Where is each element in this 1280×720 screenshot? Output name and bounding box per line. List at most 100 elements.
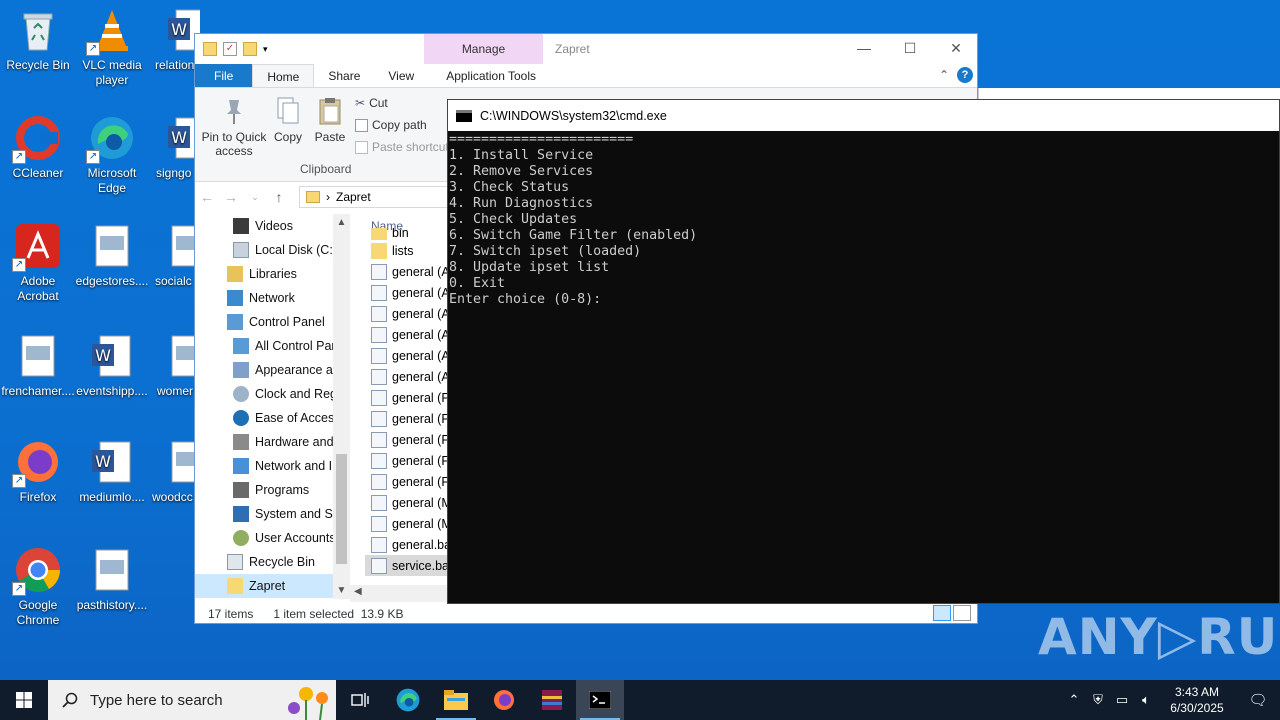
file-item-folder[interactable]: bin: [365, 228, 450, 240]
task-view-button[interactable]: [336, 680, 384, 720]
copy-button[interactable]: Copy: [269, 96, 307, 144]
desktop-icon-firefox[interactable]: Firefox: [0, 438, 76, 505]
nav-item-network-internet[interactable]: Network and Ir: [195, 454, 350, 478]
desktop-icon-woodcc[interactable]: woodcc: [150, 438, 200, 505]
file-item[interactable]: general (FA: [365, 408, 450, 429]
show-hidden-icons-chevron-icon[interactable]: ⌃: [1062, 692, 1086, 708]
scroll-down-icon[interactable]: ▼: [333, 585, 350, 596]
manage-tab[interactable]: Manage: [424, 34, 543, 64]
scroll-thumb[interactable]: [336, 454, 347, 564]
minimize-button[interactable]: —: [841, 34, 887, 64]
desktop-icon-microsoft-edge[interactable]: Microsoft Edge: [74, 114, 150, 196]
copy-path-button[interactable]: Copy path: [355, 118, 427, 132]
taskbar-cmd[interactable]: [576, 680, 624, 720]
file-list-hscrollbar[interactable]: ◀: [350, 585, 450, 602]
start-button[interactable]: [0, 680, 48, 720]
recent-dropdown-icon[interactable]: ⌄: [243, 192, 267, 203]
paste-shortcut-button[interactable]: Paste shortcut: [355, 140, 449, 154]
desktop-icon-recycle-bin[interactable]: Recycle Bin: [0, 6, 76, 73]
volume-icon[interactable]: 🔈︎: [1134, 692, 1158, 708]
file-item[interactable]: general (A: [365, 324, 450, 345]
nav-item-system-security[interactable]: System and Sec: [195, 502, 350, 526]
desktop-icon-pasthistory[interactable]: pasthistory....: [74, 546, 150, 613]
cut-button[interactable]: ✂ Cut: [355, 96, 388, 110]
nav-item-appearance[interactable]: Appearance an: [195, 358, 350, 382]
details-view-button[interactable]: [933, 605, 951, 621]
file-item[interactable]: general (A: [365, 261, 450, 282]
taskbar-file-explorer[interactable]: [432, 680, 480, 720]
cmd-window[interactable]: C:\WINDOWS\system32\cmd.exe ============…: [447, 99, 1280, 604]
file-item[interactable]: general (A: [365, 345, 450, 366]
file-item[interactable]: general (A: [365, 282, 450, 303]
taskbar-edge[interactable]: [384, 680, 432, 720]
nav-item-hardware[interactable]: Hardware and: [195, 430, 350, 454]
desktop-icon-frenchamer[interactable]: frenchamer....: [0, 332, 76, 399]
file-item-folder[interactable]: lists: [365, 240, 450, 261]
up-arrow-icon[interactable]: ↑: [267, 189, 291, 205]
help-icon[interactable]: ?: [957, 67, 973, 83]
desktop-icon-womer[interactable]: womer: [150, 332, 200, 399]
file-item[interactable]: general (M: [365, 513, 450, 534]
tab-application-tools[interactable]: Application Tools: [428, 64, 550, 87]
properties-icon[interactable]: ✓: [223, 42, 237, 56]
tab-share[interactable]: Share: [314, 64, 374, 87]
taskbar-firefox[interactable]: [480, 680, 528, 720]
nav-item-local-disk[interactable]: Local Disk (C:): [195, 238, 350, 262]
network-icon[interactable]: ▭: [1110, 692, 1134, 708]
large-icons-view-button[interactable]: [953, 605, 971, 621]
forward-arrow-icon[interactable]: →: [219, 189, 243, 205]
nav-item-programs[interactable]: Programs: [195, 478, 350, 502]
address-bar[interactable]: › Zapret: [299, 186, 449, 208]
desktop-icon-ccleaner[interactable]: CCleaner: [0, 114, 76, 181]
tab-view[interactable]: View: [374, 64, 428, 87]
back-arrow-icon[interactable]: ←: [195, 189, 219, 205]
file-item[interactable]: general (FA: [365, 471, 450, 492]
file-item[interactable]: general (FA: [365, 387, 450, 408]
file-item-selected[interactable]: service.bat: [365, 555, 450, 576]
paste-button[interactable]: Paste: [311, 96, 349, 144]
pin-quick-access-button[interactable]: Pin to Quick access: [199, 96, 269, 158]
desktop-icon-vlc[interactable]: VLC media player: [74, 6, 150, 88]
clock[interactable]: 3:43 AM 6/30/2025: [1158, 684, 1236, 716]
desktop-icon-socialc[interactable]: socialc: [150, 222, 200, 289]
desktop-icon-edgestores[interactable]: edgestores....: [74, 222, 150, 289]
tab-home[interactable]: Home: [252, 64, 315, 87]
cmd-title-bar[interactable]: C:\WINDOWS\system32\cmd.exe: [448, 100, 1279, 131]
nav-item-network[interactable]: Network: [195, 286, 350, 310]
desktop-icon-signgo[interactable]: W signgo: [150, 114, 200, 181]
scroll-left-icon[interactable]: ◀: [354, 586, 362, 597]
desktop-icon-adobe-acrobat[interactable]: Adobe Acrobat: [0, 222, 76, 304]
nav-item-zapret[interactable]: Zapret: [195, 574, 350, 598]
desktop-icon-eventshipp[interactable]: W eventshipp....: [74, 332, 150, 399]
nav-item-videos[interactable]: Videos: [195, 214, 350, 238]
file-item[interactable]: general (FA: [365, 450, 450, 471]
scroll-up-icon[interactable]: ▲: [333, 217, 350, 228]
nav-item-clock-region[interactable]: Clock and Regi: [195, 382, 350, 406]
nav-item-all-control-panel[interactable]: All Control Par: [195, 334, 350, 358]
cmd-output[interactable]: ======================= 1. Install Servic…: [448, 131, 1279, 309]
file-item[interactable]: general (FA: [365, 429, 450, 450]
file-item[interactable]: general (M: [365, 492, 450, 513]
taskbar-search-box[interactable]: Type here to search: [48, 680, 336, 720]
nav-item-libraries[interactable]: Libraries: [195, 262, 350, 286]
close-button[interactable]: ✕: [933, 34, 979, 64]
file-item[interactable]: general (A: [365, 366, 450, 387]
file-item[interactable]: general.ba: [365, 534, 450, 555]
file-item[interactable]: general (A: [365, 303, 450, 324]
maximize-button[interactable]: ☐: [887, 34, 933, 64]
desktop-icon-google-chrome[interactable]: Google Chrome: [0, 546, 76, 628]
desktop-icon-mediumlo[interactable]: W mediumlo....: [74, 438, 150, 505]
nav-item-ease-of-access[interactable]: Ease of Access: [195, 406, 350, 430]
taskbar-winrar[interactable]: [528, 680, 576, 720]
nav-item-recycle-bin[interactable]: Recycle Bin: [195, 550, 350, 574]
notifications-icon[interactable]: 🗨︎: [1236, 691, 1280, 709]
nav-scrollbar[interactable]: ▲ ▼: [333, 214, 350, 599]
defender-icon[interactable]: ⛨: [1086, 692, 1110, 708]
qat-dropdown-icon[interactable]: ▾: [263, 44, 268, 55]
ribbon-collapse-icon[interactable]: ⌃: [939, 68, 949, 82]
nav-item-user-accounts[interactable]: User Accounts: [195, 526, 350, 550]
new-folder-icon[interactable]: [243, 42, 257, 56]
desktop-icon-relation[interactable]: W relation: [150, 6, 200, 73]
nav-item-control-panel[interactable]: Control Panel: [195, 310, 350, 334]
tab-file[interactable]: File: [195, 64, 253, 87]
